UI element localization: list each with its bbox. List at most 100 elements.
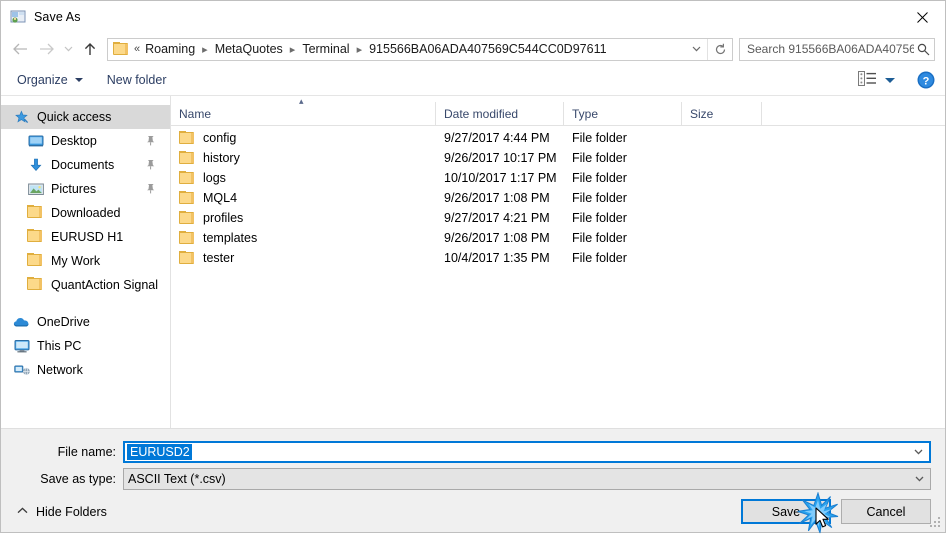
save-as-type-dropdown-button[interactable]	[908, 469, 930, 489]
file-name-cell: logs	[171, 171, 436, 185]
new-folder-button[interactable]: New folder	[107, 73, 167, 87]
file-date-cell: 9/26/2017 1:08 PM	[444, 231, 550, 245]
sidebar-label-this-pc: This PC	[37, 339, 82, 353]
sidebar-item-this-pc[interactable]: This PC	[1, 334, 170, 358]
recent-locations-button[interactable]	[59, 36, 77, 62]
up-arrow-icon	[84, 42, 96, 55]
table-row[interactable]: tester 10/4/2017 1:35 PM File folder	[171, 248, 945, 268]
table-row[interactable]: history 9/26/2017 10:17 PM File folder	[171, 148, 945, 168]
click-burst-icon	[797, 491, 839, 534]
sidebar-item-documents[interactable]: Documents	[1, 153, 170, 177]
cancel-button[interactable]: Cancel	[841, 499, 931, 524]
file-name-label: File name:	[57, 445, 116, 459]
save-button[interactable]: Save	[741, 491, 839, 534]
folder-icon	[113, 42, 129, 56]
breadcrumb-item-roaming[interactable]: Roaming	[143, 42, 197, 56]
table-row[interactable]: templates 9/26/2017 1:08 PM File folder	[171, 228, 945, 248]
file-name-dropdown-button[interactable]	[907, 443, 929, 461]
view-layout-button[interactable]	[858, 71, 877, 89]
chevron-down-icon	[914, 449, 922, 455]
file-name-label: templates	[203, 231, 258, 245]
chevron-down-icon	[692, 46, 700, 52]
sidebar-item-network[interactable]: Network	[1, 358, 170, 382]
svg-text:?: ?	[923, 75, 930, 87]
close-button[interactable]	[899, 2, 945, 33]
table-row[interactable]: MQL4 9/26/2017 1:08 PM File folder	[171, 188, 945, 208]
file-name-value: EURUSD2	[127, 444, 192, 460]
file-type-cell: File folder	[572, 151, 627, 165]
file-name-label: logs	[203, 171, 226, 185]
save-as-type-select[interactable]: ASCII Text (*.csv)	[123, 468, 931, 490]
file-name-label: profiles	[203, 211, 244, 225]
view-dropdown-button[interactable]	[885, 77, 895, 83]
file-name-cell: config	[171, 131, 436, 145]
file-date-cell: 9/27/2017 4:21 PM	[444, 211, 550, 225]
sidebar-item-pictures[interactable]: Pictures	[1, 177, 170, 201]
folder-icon	[179, 191, 195, 205]
file-name-cell: templates	[171, 231, 436, 245]
sidebar-item-eurusd-h1[interactable]: EURUSD H1	[1, 225, 170, 249]
sidebar-label-onedrive: OneDrive	[37, 315, 90, 329]
title-bar: Save As	[1, 1, 945, 33]
folder-icon	[27, 253, 44, 269]
save-button-label: Save	[771, 504, 801, 519]
column-header-date-modified[interactable]: Date modified	[436, 102, 564, 125]
help-button[interactable]: ?	[917, 71, 935, 89]
file-name-label: tester	[203, 251, 235, 265]
file-date-cell: 10/10/2017 1:17 PM	[444, 171, 557, 185]
table-row[interactable]: config 9/27/2017 4:44 PM File folder	[171, 128, 945, 148]
resize-grip-icon[interactable]	[930, 517, 942, 529]
address-dropdown-button[interactable]	[685, 39, 707, 60]
refresh-button[interactable]	[707, 38, 732, 60]
sidebar-label-desktop: Desktop	[51, 134, 97, 148]
back-arrow-icon	[12, 43, 27, 55]
search-box[interactable]: Search 915566BA06ADA40756...	[739, 37, 935, 61]
sidebar-item-desktop[interactable]: Desktop	[1, 129, 170, 153]
breadcrumb-item-metaquotes[interactable]: MetaQuotes	[213, 42, 285, 56]
up-button[interactable]	[77, 36, 103, 62]
file-name-row: File name: EURUSD2	[1, 441, 945, 463]
file-date-cell: 9/26/2017 10:17 PM	[444, 151, 557, 165]
breadcrumb-item-terminal[interactable]: Terminal	[300, 42, 351, 56]
sidebar-item-downloaded[interactable]: Downloaded	[1, 201, 170, 225]
pictures-icon	[27, 181, 44, 197]
search-input[interactable]: Search 915566BA06ADA40756...	[740, 42, 914, 56]
back-button[interactable]	[7, 36, 33, 62]
table-row[interactable]: profiles 9/27/2017 4:21 PM File folder	[171, 208, 945, 228]
navigation-pane: Quick access Desktop Documents Pictures …	[1, 96, 171, 428]
sidebar-label-downloaded: Downloaded	[51, 206, 121, 220]
pin-icon	[145, 159, 156, 170]
file-type-cell: File folder	[572, 231, 627, 245]
forward-arrow-icon	[39, 43, 54, 55]
forward-button[interactable]	[33, 36, 59, 62]
file-name-label: config	[203, 131, 237, 145]
folder-icon	[179, 231, 195, 245]
sidebar-label-eurusd-h1: EURUSD H1	[51, 230, 124, 244]
view-layout-icon	[858, 71, 876, 86]
address-bar[interactable]: « Roaming ▸ MetaQuotes ▸ Terminal ▸ 9155…	[107, 37, 733, 61]
save-as-type-label: Save as type:	[40, 472, 116, 486]
file-name-input[interactable]: EURUSD2	[123, 441, 931, 463]
sidebar-item-quantaction-signal[interactable]: QuantAction Signal	[1, 273, 170, 297]
table-row[interactable]: logs 10/10/2017 1:17 PM File folder	[171, 168, 945, 188]
file-type-cell: File folder	[572, 191, 627, 205]
sidebar-item-my-work[interactable]: My Work	[1, 249, 170, 273]
file-date-cell: 10/4/2017 1:35 PM	[444, 251, 550, 265]
breadcrumb-overflow[interactable]: «	[133, 43, 143, 55]
column-header-size[interactable]: Size	[682, 102, 762, 125]
hide-folders-button[interactable]: Hide Folders	[13, 505, 107, 519]
organize-button[interactable]: Organize	[17, 73, 83, 87]
sidebar-item-quick-access[interactable]: Quick access	[1, 105, 170, 129]
column-header-type[interactable]: Type	[564, 102, 682, 125]
sidebar-item-onedrive[interactable]: OneDrive	[1, 310, 170, 334]
breadcrumb-item-terminal-id[interactable]: 915566BA06ADA407569C544CC0D97611	[367, 42, 608, 56]
chevron-up-icon	[17, 507, 28, 517]
file-name-cell: history	[171, 151, 436, 165]
save-as-icon	[10, 9, 26, 25]
sidebar-label-quick-access: Quick access	[37, 110, 112, 124]
folder-icon	[27, 205, 44, 221]
dialog-footer: Hide Folders Save Cancel	[1, 491, 945, 534]
folder-icon	[179, 131, 195, 145]
star-pin-icon	[13, 109, 30, 125]
file-date-cell: 9/26/2017 1:08 PM	[444, 191, 550, 205]
